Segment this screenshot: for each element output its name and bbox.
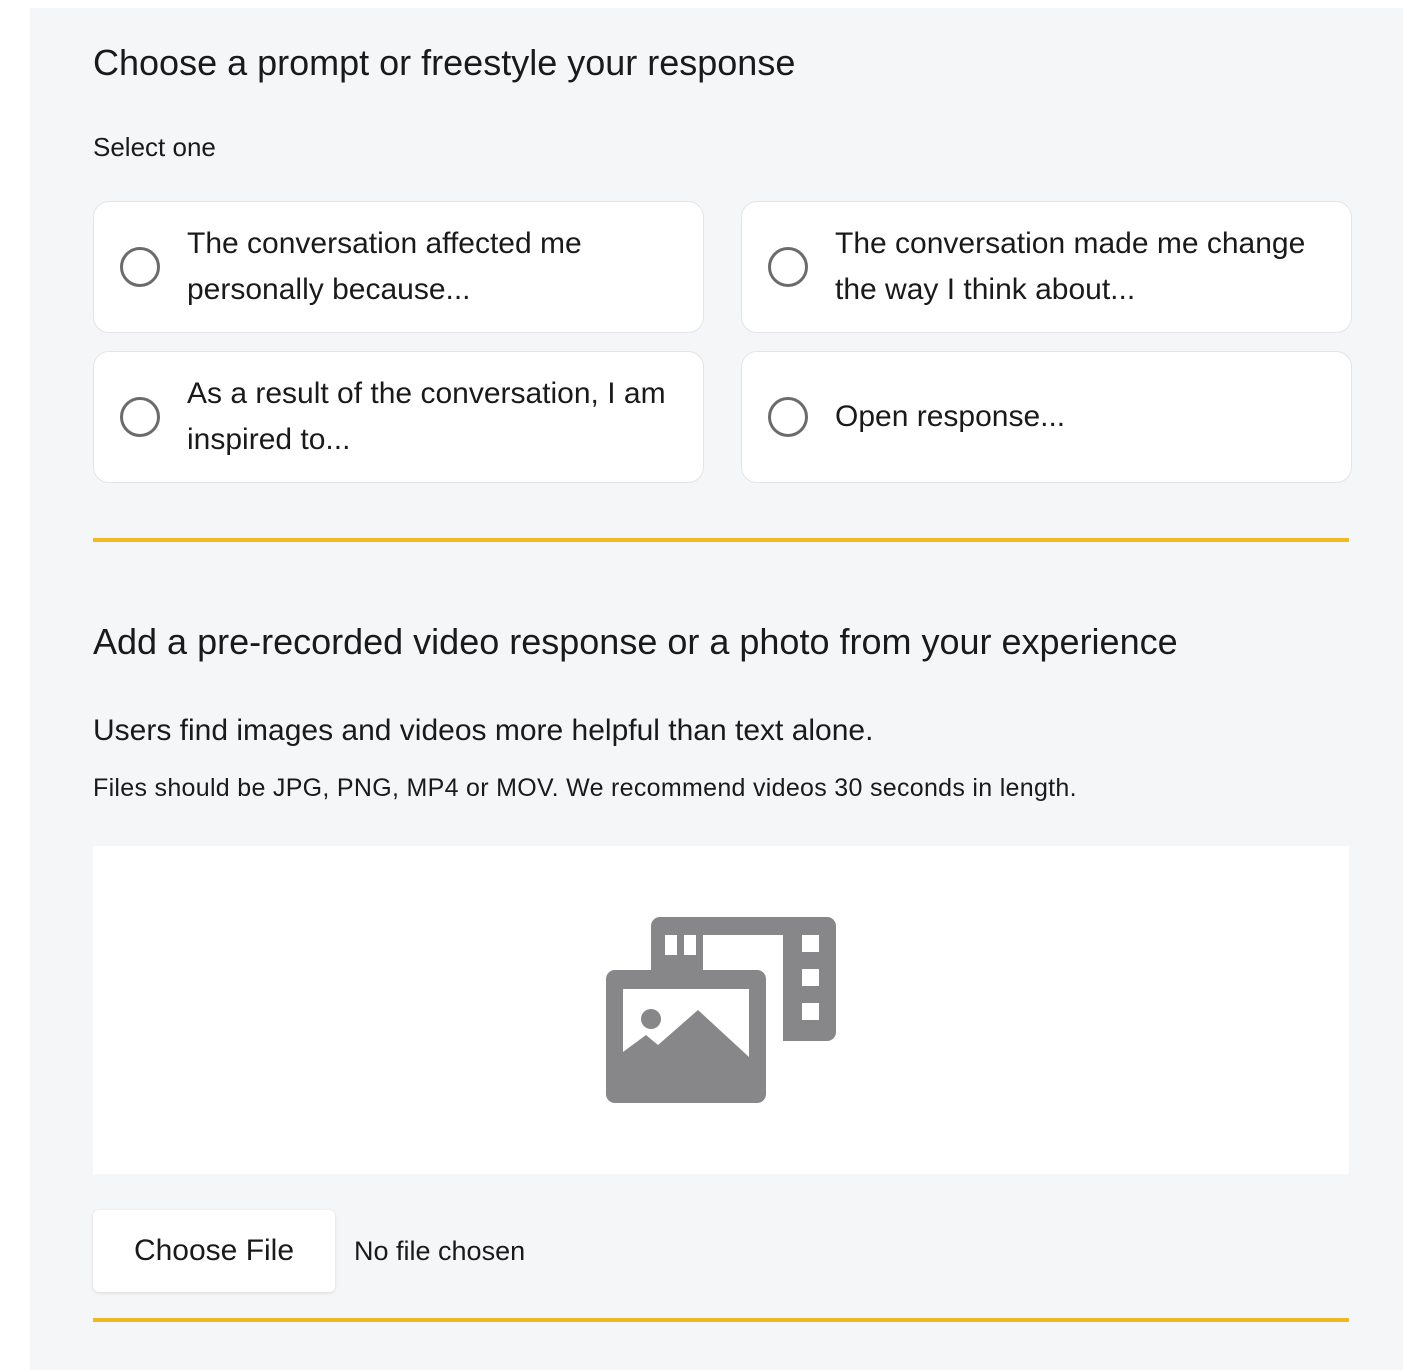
prompt-section-title: Choose a prompt or freestyle your respon… [93, 42, 796, 83]
section-divider [93, 538, 1349, 542]
radio-button[interactable] [120, 397, 160, 437]
choose-file-button[interactable]: Choose File [93, 1210, 335, 1292]
radio-button[interactable] [768, 397, 808, 437]
media-dropzone[interactable] [93, 846, 1349, 1174]
prompt-options: The conversation affected me personally … [93, 201, 1352, 483]
photo-video-icon [606, 917, 836, 1103]
prompt-option-inspired-to[interactable]: As a result of the conversation, I am in… [93, 351, 704, 483]
prompt-option-label: Open response... [835, 400, 1066, 433]
file-status-text: No file chosen [354, 1235, 526, 1266]
prompt-option-change-thinking[interactable]: The conversation made me change the way … [741, 201, 1352, 333]
prompt-option-label: The conversation affected me personally … [187, 227, 582, 306]
select-one-label: Select one [93, 132, 216, 162]
response-form-panel: Choose a prompt or freestyle your respon… [30, 8, 1403, 1370]
media-section-title: Add a pre-recorded video response or a p… [93, 621, 1178, 662]
prompt-option-affected-personally[interactable]: The conversation affected me personally … [93, 201, 704, 333]
file-requirements-text: Files should be JPG, PNG, MP4 or MOV. We… [93, 774, 1077, 802]
radio-button[interactable] [768, 247, 808, 287]
file-input-row: Choose File No file chosen [93, 1210, 525, 1292]
media-helper-text: Users find images and videos more helpfu… [93, 714, 874, 747]
prompt-option-open-response[interactable]: Open response... [741, 351, 1352, 483]
prompt-option-label: The conversation made me change the way … [835, 227, 1306, 306]
section-divider [93, 1318, 1349, 1322]
prompt-option-label: As a result of the conversation, I am in… [187, 377, 666, 456]
radio-button[interactable] [120, 247, 160, 287]
